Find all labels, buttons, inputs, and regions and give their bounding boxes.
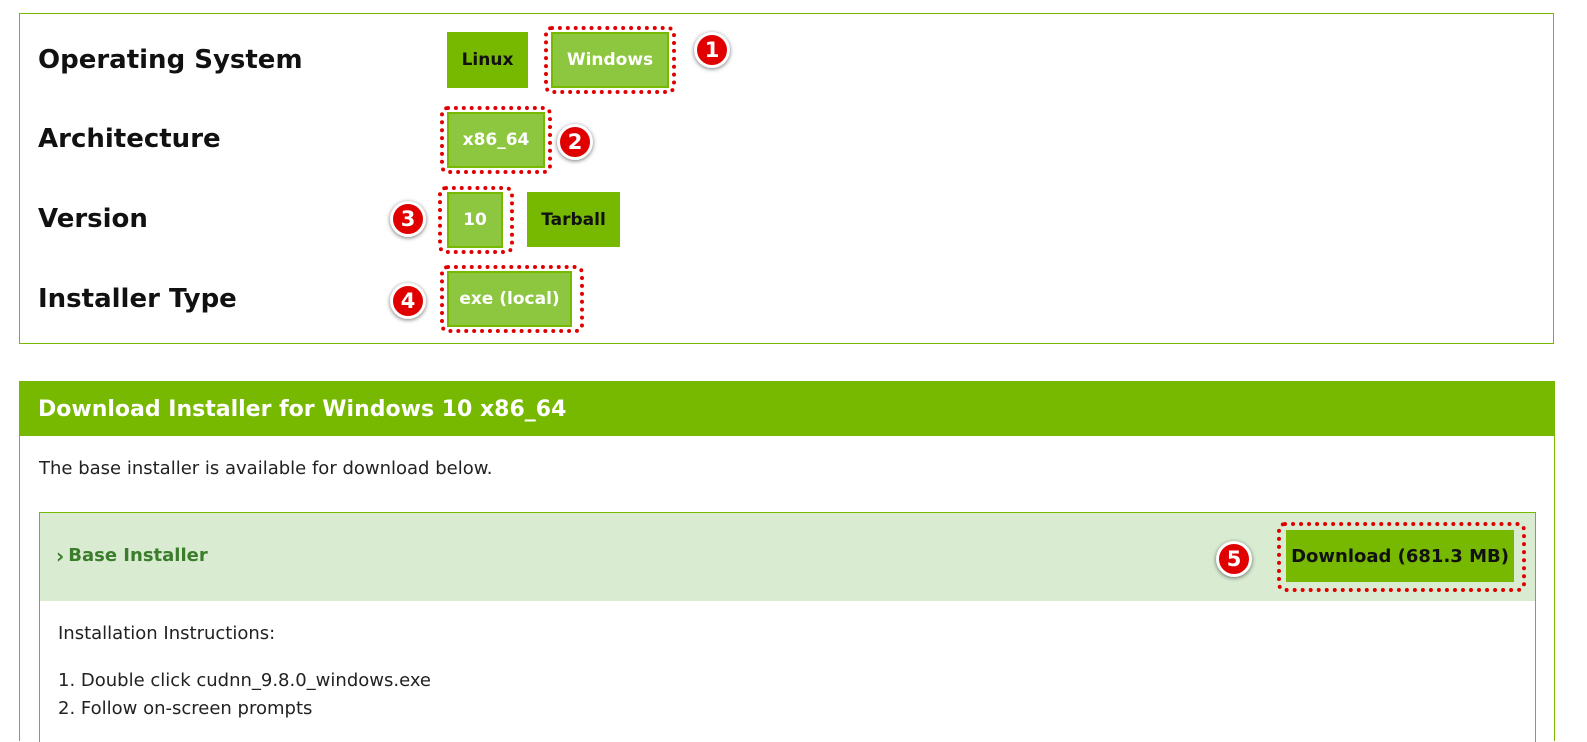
os-option-windows[interactable]: Windows — [551, 32, 669, 88]
architecture-label: Architecture — [38, 124, 221, 154]
base-installer-label: Base Installer — [68, 545, 208, 566]
chevron-right-icon: › — [56, 543, 65, 568]
arch-option-x86_64[interactable]: x86_64 — [447, 112, 545, 168]
version-option-10[interactable]: 10 — [447, 192, 503, 248]
version-label: Version — [38, 204, 148, 234]
download-button[interactable]: Download (681.3 MB) — [1286, 530, 1514, 582]
step-marker-1: 1 — [694, 32, 730, 68]
step-marker-4: 4 — [390, 283, 426, 319]
step-marker-2: 2 — [557, 124, 593, 160]
step-marker-5: 5 — [1216, 541, 1252, 577]
os-label: Operating System — [38, 45, 303, 75]
list-item: 1. Double click cudnn_9.8.0_windows.exe — [58, 670, 432, 691]
os-option-linux[interactable]: Linux — [447, 32, 528, 88]
download-description: The base installer is available for down… — [39, 458, 493, 479]
base-installer-bar: › Base Installer Download (681.3 MB) — [40, 513, 1535, 601]
base-installer-toggle[interactable]: › Base Installer — [56, 545, 208, 566]
installation-instructions-title: Installation Instructions: — [58, 623, 276, 644]
download-panel: Download Installer for Windows 10 x86_64… — [19, 381, 1555, 742]
installation-steps: 1. Double click cudnn_9.8.0_windows.exe … — [58, 667, 431, 723]
installer-type-option-exe-local[interactable]: exe (local) — [447, 271, 572, 327]
installer-type-label: Installer Type — [38, 284, 237, 314]
download-header: Download Installer for Windows 10 x86_64 — [20, 382, 1554, 436]
base-installer-section: › Base Installer Download (681.3 MB) Ins… — [39, 512, 1536, 742]
list-item: 2. Follow on-screen prompts — [58, 698, 313, 719]
step-marker-3: 3 — [390, 201, 426, 237]
version-option-tarball[interactable]: Tarball — [527, 192, 620, 247]
